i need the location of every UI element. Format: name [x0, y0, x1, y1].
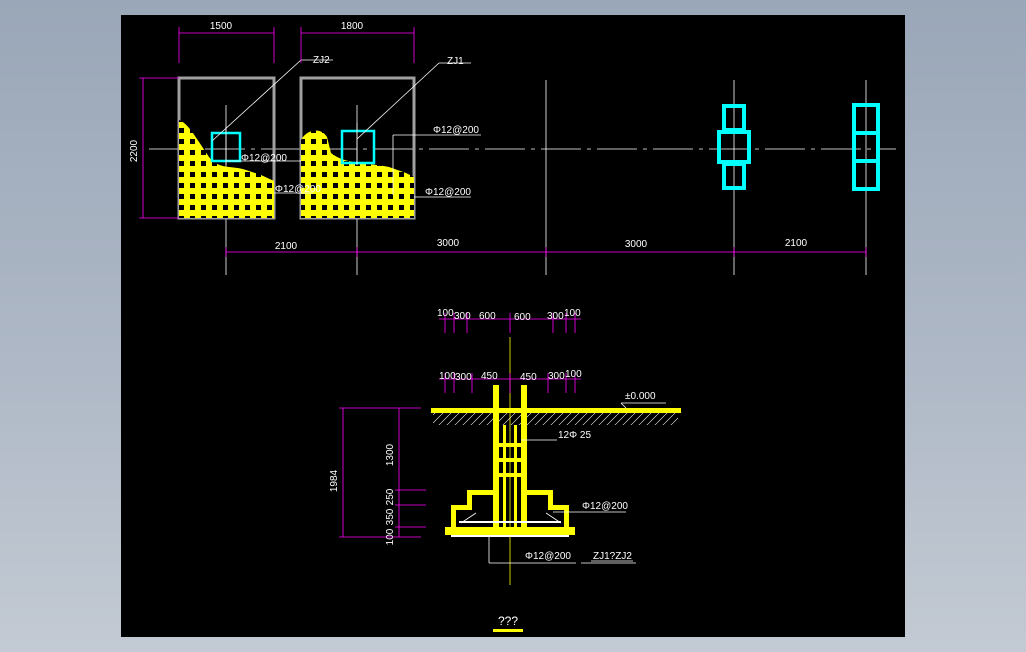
dim-sec-top2-4: 450	[520, 372, 537, 383]
dim-sec-top2-1: 100	[439, 371, 456, 382]
footing-id-label: ZJ1?ZJ2	[593, 551, 632, 562]
section-view: 100 300 600 600 300 100 100 300 450 450 …	[329, 308, 681, 632]
rebar-label-3: Φ12@200	[275, 184, 321, 195]
dim-plan-bottom-2: 3000	[437, 238, 460, 249]
dim-sec-top1-3: 600	[479, 311, 496, 322]
footing-zj2-plan	[177, 76, 276, 220]
dim-sec-top2-6: 100	[565, 369, 582, 380]
dim-sec-left-3: 350	[385, 508, 396, 525]
dim-sec-left-1: 1300	[385, 443, 396, 466]
dim-sec-top2-3: 450	[481, 371, 498, 382]
plan-dimensions	[139, 27, 867, 257]
ground-line	[431, 408, 681, 413]
dim-sec-top1-4: 600	[514, 312, 531, 323]
dim-sec-left-2: 250	[385, 488, 396, 505]
soil-hatch	[433, 413, 678, 425]
plan-view: 1500 1800 2200 2100 3000 3000 2100 ZJ2 Z…	[129, 21, 896, 275]
dim-plan-bottom-3: 3000	[625, 239, 648, 250]
cad-drawing-canvas[interactable]: 1500 1800 2200 2100 3000 3000 2100 ZJ2 Z…	[121, 15, 905, 637]
dim-plan-top-2: 1800	[341, 21, 364, 32]
dim-sec-top2-2: 300	[455, 372, 472, 383]
rebar-label-4: Φ12@200	[425, 187, 471, 198]
dim-sec-left-4: 100	[385, 528, 396, 545]
dim-sec-top1-2: 300	[454, 311, 471, 322]
dim-plan-bottom-4: 2100	[785, 238, 808, 249]
rebar-label-2: Φ12@200	[433, 125, 479, 136]
cad-drawing: 1500 1800 2200 2100 3000 3000 2100 ZJ2 Z…	[129, 21, 896, 632]
label-zj1: ZJ1	[447, 56, 464, 67]
dim-sec-top1-5: 300	[547, 311, 564, 322]
label-zj2: ZJ2	[313, 55, 330, 66]
dim-sec-left-total: 1984	[329, 469, 340, 492]
dim-sec-top1-6: 100	[564, 308, 581, 319]
dim-sec-top2-5: 300	[548, 371, 565, 382]
title-underline	[493, 629, 523, 632]
drawing-title: ???	[498, 614, 518, 628]
footing-zj1-plan	[299, 76, 416, 220]
dim-sec-top1-1: 100	[437, 308, 454, 319]
rebar-side-label: Φ12@200	[582, 501, 628, 512]
rebar-label-1: Φ12@200	[241, 153, 287, 164]
level-label: ±0.000	[625, 391, 656, 402]
dim-plan-bottom-1: 2100	[275, 241, 298, 252]
rebar-vertical-label: 12Φ 25	[558, 430, 591, 441]
rebar-bottom-label: Φ12@200	[525, 551, 571, 562]
dim-plan-top-1: 1500	[210, 21, 233, 32]
dim-plan-left: 2200	[129, 139, 140, 162]
